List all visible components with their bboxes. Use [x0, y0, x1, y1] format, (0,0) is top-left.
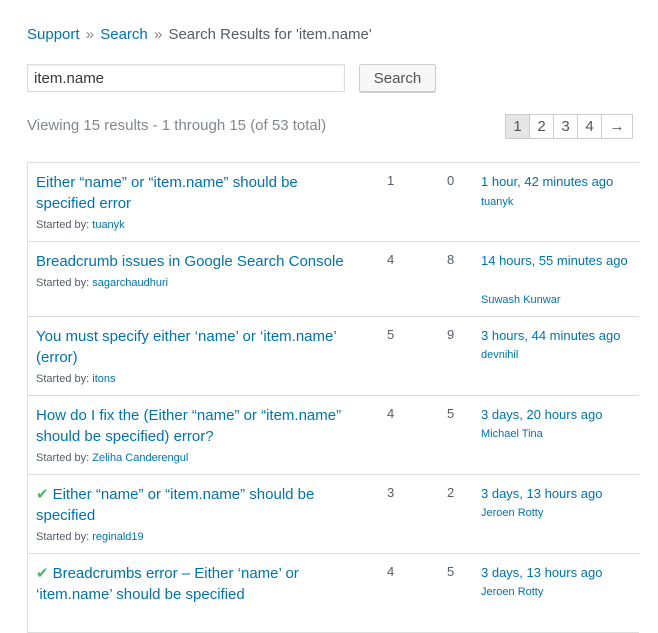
topic-last-author-link[interactable]: Jeroen Rotty	[481, 586, 543, 598]
topic-title-link[interactable]: ✔ Breadcrumbs error – Either ‘name’ or ‘i…	[36, 563, 356, 605]
topic-title-link[interactable]: Breadcrumb issues in Google Search Conso…	[36, 251, 356, 272]
topic-voices: 1	[387, 173, 395, 188]
breadcrumb-separator: »	[85, 26, 95, 43]
page-1-current: 1	[505, 114, 530, 139]
topic-author-link[interactable]: tuanyk	[92, 219, 124, 231]
topic-posts: 0	[447, 173, 455, 188]
topic-voices: 4	[387, 252, 395, 267]
topic-freshness-link[interactable]: 3 days, 13 hours ago	[481, 484, 641, 503]
page-4-link[interactable]: 4	[577, 114, 602, 139]
topic-freshness-link[interactable]: 14 hours, 55 minutes ago	[481, 251, 641, 270]
search-input[interactable]	[27, 64, 345, 92]
check-icon: ✔	[36, 565, 49, 582]
topic-list: Either “name” or “item.name” should be s…	[27, 162, 639, 633]
topic-title-text: Breadcrumbs error – Either ‘name’ or ‘it…	[36, 565, 299, 603]
started-by-label: Started by:	[36, 373, 90, 385]
breadcrumb: Support » Search » Search Results for 'i…	[27, 26, 372, 43]
started-by-label: Started by:	[36, 531, 90, 543]
topic-voices: 4	[387, 406, 395, 421]
started-by-label: Started by:	[36, 452, 90, 464]
topic-title-text: Either “name” or “item.name” should be s…	[36, 486, 315, 524]
topic-started-by: Started by: Zeliha Canderengul	[36, 452, 188, 464]
topic-posts: 2	[447, 485, 455, 500]
topic-title-link[interactable]: ✔ Either “name” or “item.name” should be …	[36, 484, 356, 526]
topic-started-by: Started by: sagarchaudhuri	[36, 277, 168, 289]
topic-voices: 3	[387, 485, 395, 500]
topic-last-author-link[interactable]: Michael Tina	[481, 428, 543, 440]
breadcrumb-support-link[interactable]: Support	[27, 26, 80, 43]
started-by-label: Started by:	[36, 219, 90, 231]
pagination: 1 2 3 4 →	[505, 114, 633, 139]
arrow-right-icon[interactable]: →	[601, 114, 633, 139]
topic-author-link[interactable]: reginald19	[92, 531, 143, 543]
results-count: Viewing 15 results - 1 through 15 (of 53…	[27, 117, 327, 134]
topic-posts: 5	[447, 406, 455, 421]
topic-row: You must specify either ‘name’ or ‘item.…	[28, 317, 639, 396]
topic-freshness-link[interactable]: 1 hour, 42 minutes ago	[481, 172, 641, 191]
topic-title-link[interactable]: How do I fix the (Either “name” or “item…	[36, 405, 356, 447]
topic-last-author-link[interactable]: Suwash Kunwar	[481, 294, 561, 306]
breadcrumb-current: Search Results for 'item.name'	[168, 26, 372, 43]
topic-started-by: Started by: reginald19	[36, 531, 144, 543]
search-button[interactable]: Search	[359, 64, 436, 92]
topic-row: How do I fix the (Either “name” or “item…	[28, 396, 639, 475]
topic-title-link[interactable]: Either “name” or “item.name” should be s…	[36, 172, 356, 214]
topic-started-by: Started by: itons	[36, 373, 116, 385]
breadcrumb-separator: »	[153, 26, 163, 43]
started-by-label: Started by:	[36, 277, 90, 289]
topic-posts: 5	[447, 564, 455, 579]
topic-voices: 5	[387, 327, 395, 342]
topic-posts: 8	[447, 252, 455, 267]
check-icon: ✔	[36, 486, 49, 503]
topic-row: ✔ Breadcrumbs error – Either ‘name’ or ‘i…	[28, 554, 639, 633]
topic-freshness-link[interactable]: 3 days, 13 hours ago	[481, 563, 641, 582]
topic-row: ✔ Either “name” or “item.name” should be …	[28, 475, 639, 554]
topic-posts: 9	[447, 327, 455, 342]
topic-freshness-link[interactable]: 3 days, 20 hours ago	[481, 405, 641, 424]
topic-row: Breadcrumb issues in Google Search Conso…	[28, 242, 639, 317]
topic-voices: 4	[387, 564, 395, 579]
topic-started-by: Started by: tuanyk	[36, 219, 125, 231]
page-3-link[interactable]: 3	[553, 114, 578, 139]
topic-last-author-link[interactable]: Jeroen Rotty	[481, 507, 543, 519]
page-2-link[interactable]: 2	[529, 114, 554, 139]
topic-author-link[interactable]: itons	[92, 373, 115, 385]
topic-last-author-link[interactable]: tuanyk	[481, 196, 513, 208]
topic-author-link[interactable]: sagarchaudhuri	[92, 277, 168, 289]
topic-freshness-link[interactable]: 3 hours, 44 minutes ago	[481, 326, 641, 345]
topic-row: Either “name” or “item.name” should be s…	[28, 163, 639, 242]
topic-title-link[interactable]: You must specify either ‘name’ or ‘item.…	[36, 326, 356, 368]
topic-author-link[interactable]: Zeliha Canderengul	[92, 452, 188, 464]
breadcrumb-search-link[interactable]: Search	[100, 26, 148, 43]
topic-last-author-link[interactable]: devnihil	[481, 349, 518, 361]
